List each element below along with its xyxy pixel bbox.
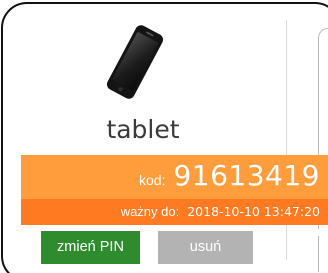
next-card-edge-lower (318, 236, 328, 272)
validity-box: ważny do: 2018-10-10 13:47:20 (21, 199, 328, 225)
smartphone-icon (106, 25, 164, 99)
code-label: kod: (139, 172, 166, 188)
device-name: tablet (106, 115, 180, 144)
code-value: 91613419 (173, 159, 320, 192)
device-card-viewport: tablet kod: 91613419 ważny do: 2018-10-1… (0, 0, 328, 273)
validity-value: 2018-10-10 13:47:20 (187, 204, 320, 219)
validity-label: ważny do: (120, 204, 180, 219)
pairing-code-box: kod: 91613419 (21, 155, 328, 199)
delete-button[interactable]: usuń (158, 231, 253, 264)
change-pin-button[interactable]: zmień PIN (41, 231, 140, 264)
